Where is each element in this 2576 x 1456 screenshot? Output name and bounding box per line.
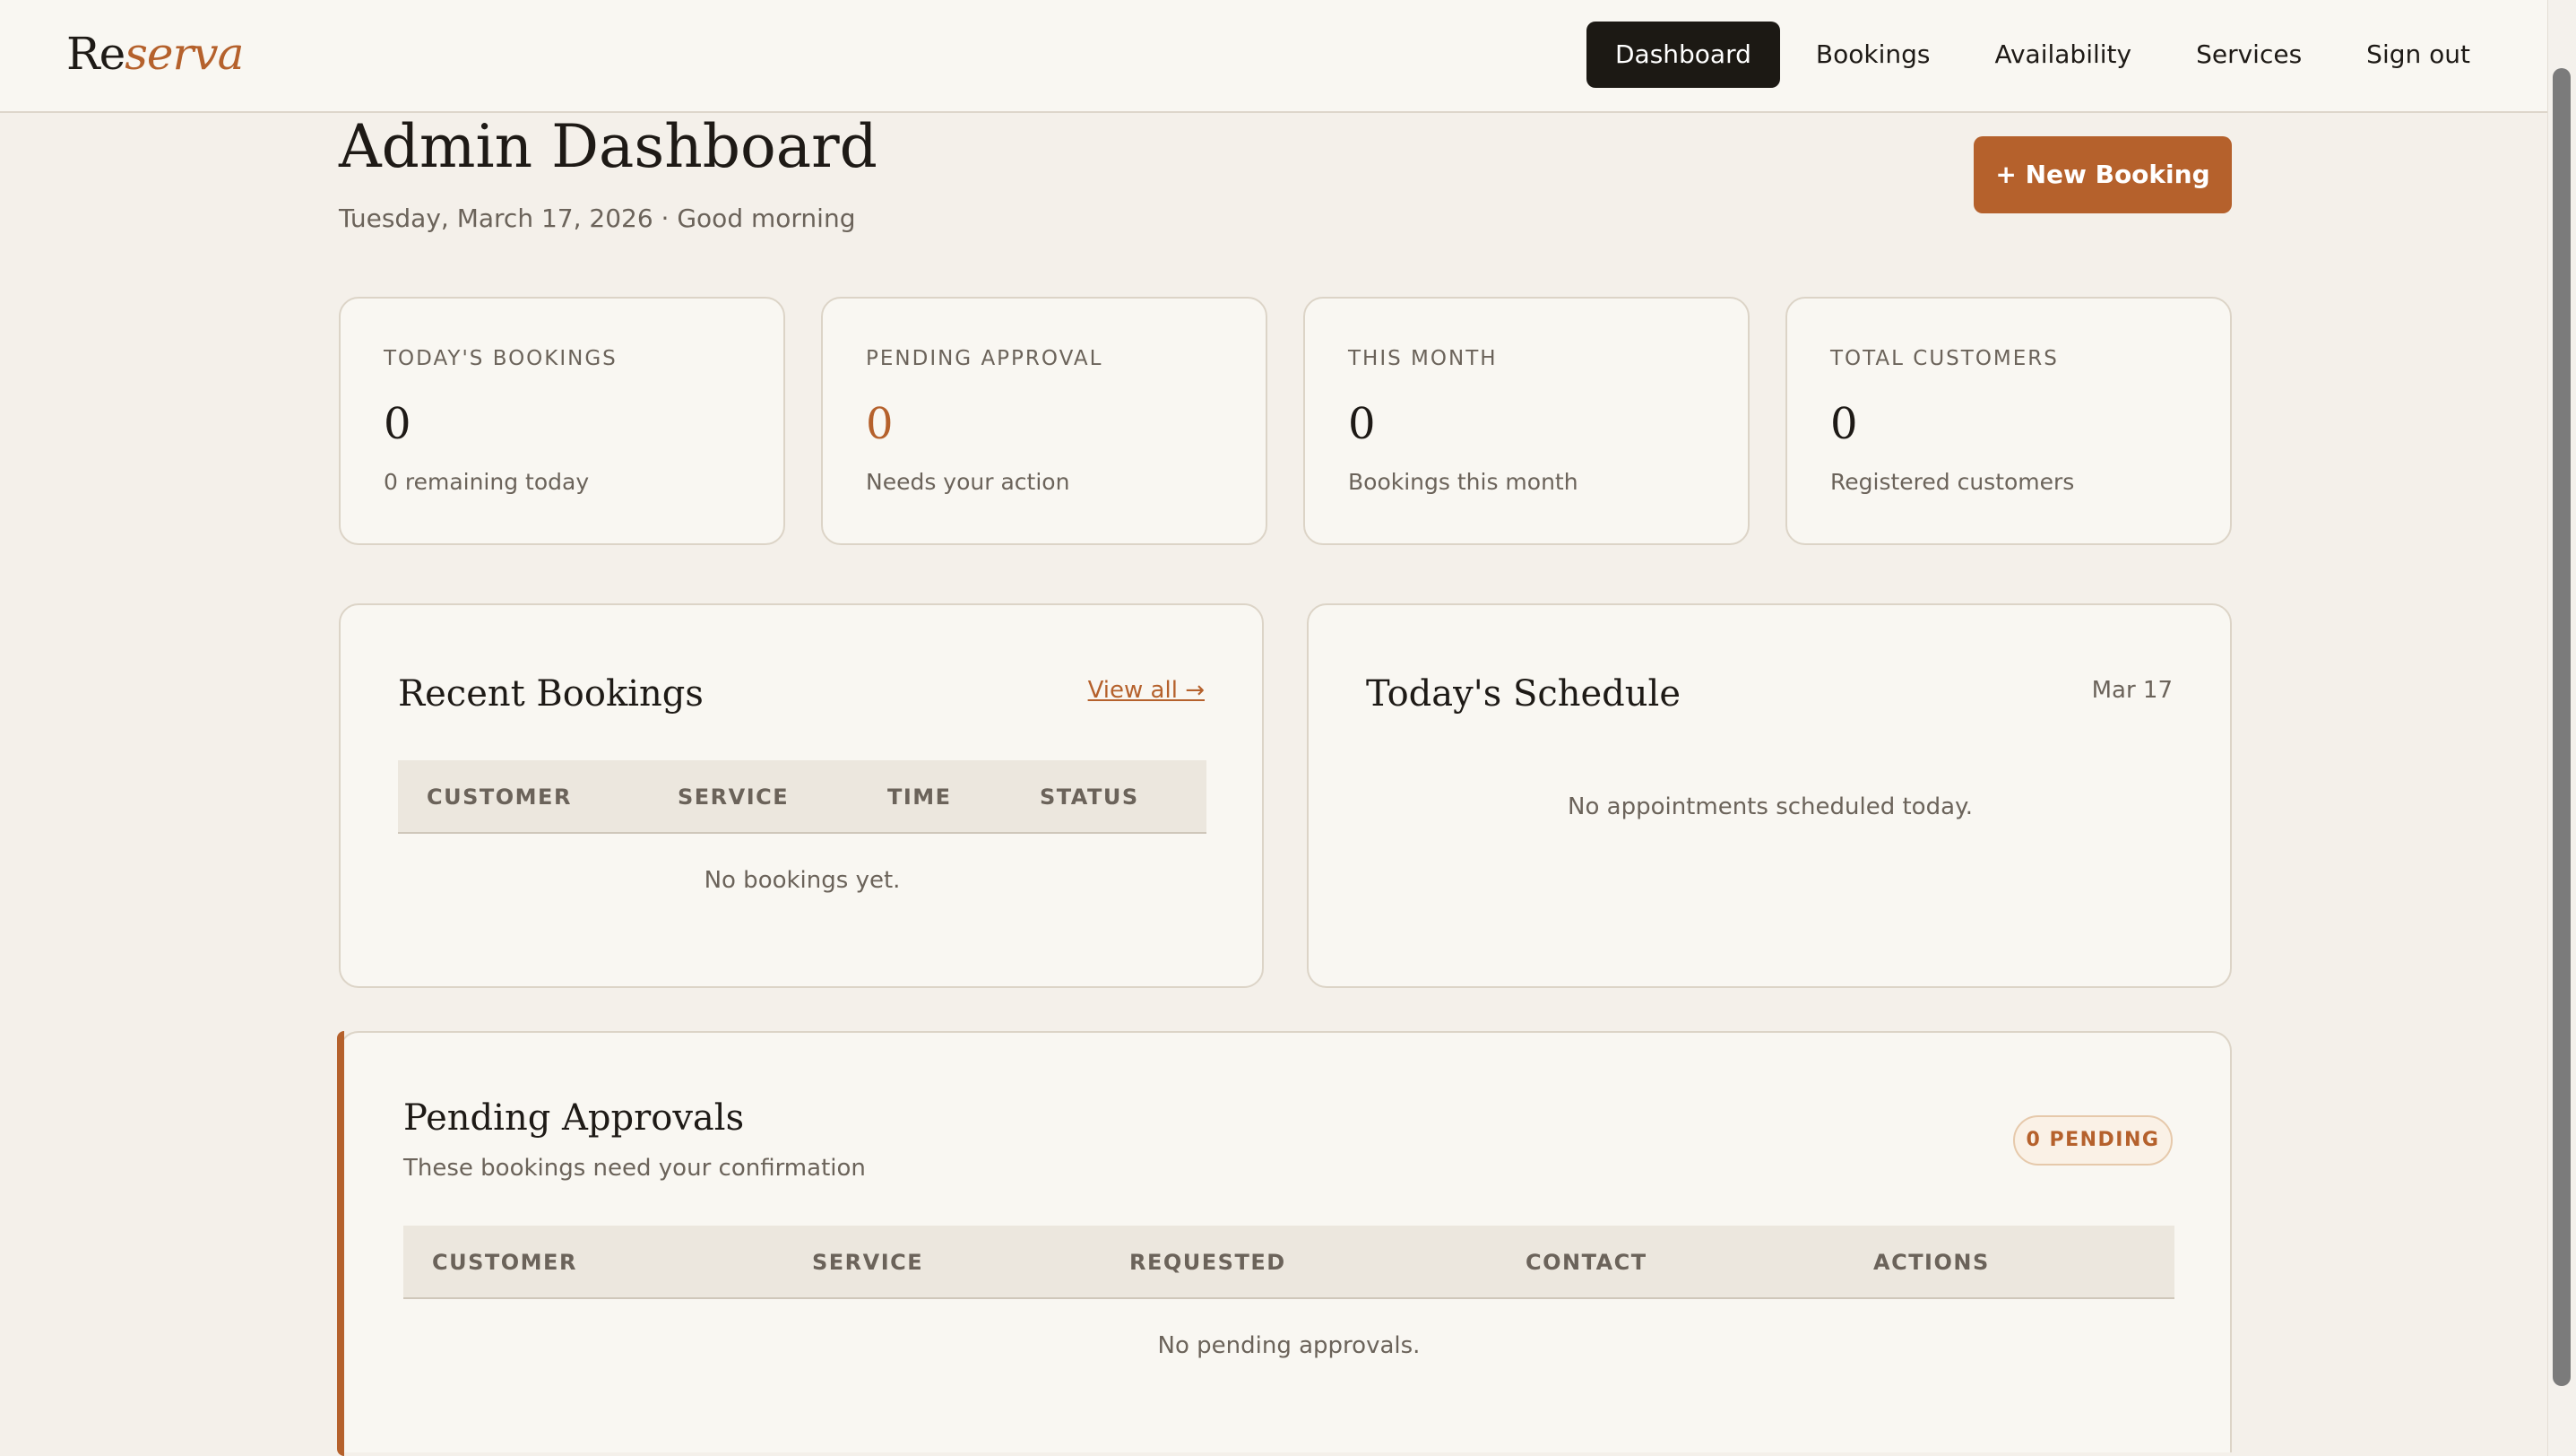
logo[interactable]: Reserva xyxy=(66,27,244,81)
empty-state: No appointments scheduled today. xyxy=(1568,793,1973,820)
page-subtitle: Tuesday, March 17, 2026 · Good morning xyxy=(339,204,856,233)
pending-accent-bar xyxy=(337,1031,344,1456)
column-header[interactable]: STATUS xyxy=(1040,760,1139,834)
nav-availability[interactable]: Availability xyxy=(1966,22,2160,88)
nav-services[interactable]: Services xyxy=(2167,22,2330,88)
stat-card-total-customers: TOTAL CUSTOMERS 0 Registered customers xyxy=(1785,297,2232,545)
stat-label: TOTAL CUSTOMERS xyxy=(1830,347,2059,370)
main-nav: Dashboard Bookings Availability Services… xyxy=(1586,22,2499,88)
top-navbar: Reserva Dashboard Bookings Availability … xyxy=(0,0,2547,113)
stat-card-this-month: THIS MONTH 0 Bookings this month xyxy=(1303,297,1750,545)
todays-schedule-panel: Today's Schedule Mar 17 No appointments … xyxy=(1307,603,2232,988)
pending-count-badge: 0 PENDING xyxy=(2013,1115,2173,1166)
scrollbar-thumb[interactable] xyxy=(2553,68,2571,1386)
recent-bookings-panel: Recent Bookings View all → CUSTOMER SERV… xyxy=(339,603,1264,988)
stat-caption: 0 remaining today xyxy=(384,469,590,495)
column-header[interactable]: SERVICE xyxy=(678,760,789,834)
pending-subtitle: These bookings need your confirmation xyxy=(403,1155,866,1182)
stat-label: THIS MONTH xyxy=(1348,347,1498,370)
column-header[interactable]: TIME xyxy=(887,760,952,834)
stat-label: PENDING APPROVAL xyxy=(866,347,1103,370)
page-title: Admin Dashboard xyxy=(339,112,877,181)
column-header[interactable]: CUSTOMER xyxy=(427,760,572,834)
stat-value: 0 xyxy=(384,399,411,449)
stat-card-todays-bookings: TODAY'S BOOKINGS 0 0 remaining today xyxy=(339,297,785,545)
stat-value: 0 xyxy=(866,399,894,449)
empty-state: No pending approvals. xyxy=(1157,1332,1421,1359)
table-header: CUSTOMER SERVICE REQUESTED CONTACT ACTIO… xyxy=(403,1226,2174,1299)
column-header[interactable]: CONTACT xyxy=(1526,1226,1647,1299)
nav-bookings[interactable]: Bookings xyxy=(1787,22,1959,88)
column-header[interactable]: REQUESTED xyxy=(1129,1226,1286,1299)
pending-title: Pending Approvals xyxy=(403,1097,745,1139)
column-header[interactable]: CUSTOMER xyxy=(432,1226,577,1299)
table-header: CUSTOMER SERVICE TIME STATUS xyxy=(398,760,1206,834)
stat-value: 0 xyxy=(1348,399,1376,449)
stat-caption: Needs your action xyxy=(866,469,1070,495)
nav-sign-out[interactable]: Sign out xyxy=(2338,22,2499,88)
stat-card-pending-approval: PENDING APPROVAL 0 Needs your action xyxy=(821,297,1267,545)
pending-approvals-panel: Pending Approvals These bookings need yo… xyxy=(339,1031,2232,1452)
stat-value: 0 xyxy=(1830,399,1858,449)
column-header[interactable]: SERVICE xyxy=(812,1226,923,1299)
nav-dashboard[interactable]: Dashboard xyxy=(1586,22,1780,88)
stat-caption: Registered customers xyxy=(1830,469,2075,495)
view-all-link[interactable]: View all → xyxy=(1088,677,1205,704)
column-header[interactable]: ACTIONS xyxy=(1873,1226,1990,1299)
schedule-date: Mar 17 xyxy=(2091,677,2173,704)
new-booking-button[interactable]: + New Booking xyxy=(1974,136,2232,213)
recent-bookings-title: Recent Bookings xyxy=(398,673,704,715)
empty-state: No bookings yet. xyxy=(704,867,901,894)
stat-caption: Bookings this month xyxy=(1348,469,1578,495)
schedule-title: Today's Schedule xyxy=(1366,673,1681,715)
stat-label: TODAY'S BOOKINGS xyxy=(384,347,618,370)
